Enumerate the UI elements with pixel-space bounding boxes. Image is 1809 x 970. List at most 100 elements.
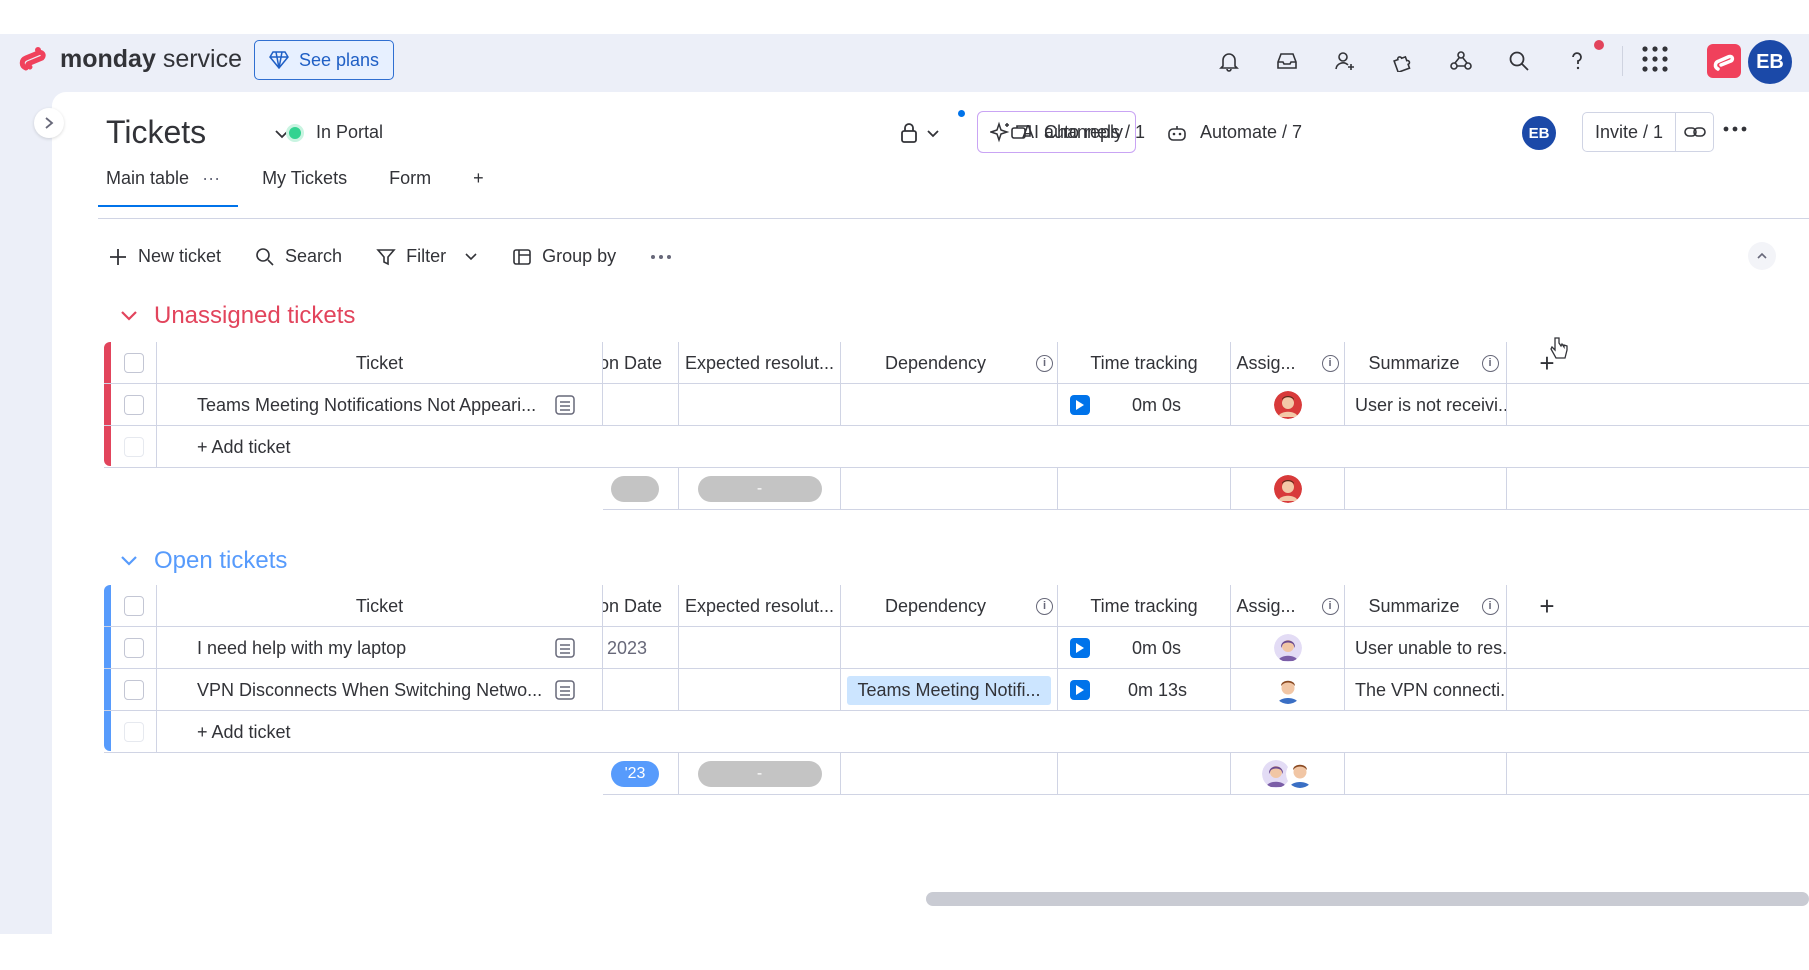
- assignee-cell[interactable]: [1231, 384, 1345, 426]
- avatar[interactable]: [1273, 391, 1302, 419]
- group-title[interactable]: Unassigned tickets: [154, 302, 355, 330]
- time-tracking-cell[interactable]: 0m 13s: [1058, 669, 1231, 711]
- info-icon[interactable]: i: [1036, 354, 1054, 372]
- board-member-avatar[interactable]: EB: [1522, 116, 1556, 150]
- group-by-button[interactable]: Group by: [512, 246, 616, 267]
- tab-options-icon[interactable]: ···: [202, 168, 220, 188]
- add-ticket-row[interactable]: + Add ticket: [104, 711, 1809, 753]
- date-cell[interactable]: 2023: [603, 627, 679, 669]
- open-item-icon[interactable]: [554, 394, 576, 416]
- date-cell[interactable]: [603, 384, 679, 426]
- ticket-name[interactable]: VPN Disconnects When Switching Netwo...: [197, 680, 542, 701]
- expected-resolution-cell[interactable]: [679, 669, 841, 711]
- avatar[interactable]: [1285, 760, 1314, 788]
- board-permissions-button[interactable]: [900, 122, 940, 144]
- avatar[interactable]: [1273, 634, 1302, 662]
- avatar[interactable]: [1273, 475, 1302, 503]
- search-button[interactable]: Search: [255, 246, 342, 267]
- portal-status[interactable]: In Portal: [286, 122, 383, 143]
- row-checkbox[interactable]: [123, 638, 144, 658]
- ticket-cell[interactable]: VPN Disconnects When Switching Netwo...: [157, 669, 603, 711]
- column-header-date[interactable]: on Date: [603, 585, 679, 627]
- summarize-cell[interactable]: User is not receivi...: [1345, 384, 1507, 426]
- group-title[interactable]: Open tickets: [154, 547, 287, 575]
- open-item-icon[interactable]: [554, 637, 576, 659]
- assignee-cell[interactable]: [1231, 669, 1345, 711]
- dependency-cell[interactable]: [841, 384, 1058, 426]
- add-ticket-input[interactable]: + Add ticket: [157, 711, 603, 753]
- logo[interactable]: monday service: [18, 44, 242, 74]
- board-title[interactable]: Tickets: [106, 114, 206, 151]
- column-header-date[interactable]: on Date: [603, 342, 679, 384]
- inbox-icon[interactable]: [1258, 42, 1316, 80]
- integrations-icon[interactable]: [1432, 42, 1490, 80]
- expand-sidebar-button[interactable]: [34, 108, 64, 138]
- tab-my-tickets[interactable]: My Tickets: [254, 162, 355, 195]
- expected-resolution-cell[interactable]: [679, 384, 841, 426]
- invite-button[interactable]: Invite / 1: [1582, 112, 1715, 152]
- table-row[interactable]: I need help with my laptop 2023 0m 0s Us…: [104, 627, 1809, 669]
- column-header-ticket[interactable]: Ticket: [157, 342, 603, 384]
- group-header-unassigned[interactable]: Unassigned tickets: [120, 302, 355, 330]
- info-icon[interactable]: i: [1481, 597, 1499, 615]
- ticket-cell[interactable]: Teams Meeting Notifications Not Appeari.…: [157, 384, 603, 426]
- time-tracking-cell[interactable]: 0m 0s: [1058, 384, 1231, 426]
- column-header-expected-resolution[interactable]: Expected resolut...: [679, 585, 841, 627]
- apps-puzzle-icon[interactable]: [1374, 42, 1432, 80]
- help-icon[interactable]: [1548, 40, 1606, 80]
- info-icon[interactable]: i: [1321, 597, 1339, 615]
- chevron-down-icon[interactable]: [120, 555, 138, 567]
- add-ticket-row[interactable]: + Add ticket: [104, 426, 1809, 468]
- chevron-down-icon[interactable]: [464, 252, 478, 261]
- ticket-name[interactable]: Teams Meeting Notifications Not Appeari.…: [197, 395, 536, 416]
- grid-menu-icon[interactable]: [1640, 44, 1670, 79]
- user-avatar[interactable]: EB: [1748, 40, 1792, 84]
- horizontal-scrollbar[interactable]: [926, 892, 1809, 906]
- info-icon[interactable]: i: [1036, 597, 1054, 615]
- play-icon[interactable]: [1070, 638, 1090, 658]
- column-header-assignee[interactable]: Assig... i: [1231, 585, 1345, 627]
- add-column-button[interactable]: +: [1507, 342, 1587, 384]
- select-all-checkbox[interactable]: [123, 596, 144, 616]
- column-header-dependency[interactable]: Dependency i: [841, 342, 1058, 384]
- column-header-dependency[interactable]: Dependency i: [841, 585, 1058, 627]
- select-all-checkbox[interactable]: [123, 353, 144, 373]
- row-checkbox[interactable]: [123, 680, 144, 700]
- ticket-name[interactable]: I need help with my laptop: [197, 638, 406, 659]
- column-header-summarize[interactable]: Summarize i: [1345, 342, 1507, 384]
- add-view-button[interactable]: +: [465, 162, 492, 195]
- dependency-chip[interactable]: Teams Meeting Notifi...: [847, 675, 1051, 705]
- summarize-cell[interactable]: User unable to res...: [1345, 627, 1507, 669]
- column-header-time-tracking[interactable]: Time tracking: [1058, 342, 1231, 384]
- filter-button[interactable]: Filter: [376, 246, 478, 267]
- bell-icon[interactable]: [1200, 42, 1258, 80]
- column-header-assignee[interactable]: Assig... i: [1231, 342, 1345, 384]
- chevron-down-icon[interactable]: [120, 310, 138, 322]
- table-row[interactable]: VPN Disconnects When Switching Netwo... …: [104, 669, 1809, 711]
- table-row[interactable]: Teams Meeting Notifications Not Appeari.…: [104, 384, 1809, 426]
- ticket-cell[interactable]: I need help with my laptop: [157, 627, 603, 669]
- info-icon[interactable]: i: [1481, 354, 1499, 372]
- tab-main-table[interactable]: Main table ···: [98, 162, 239, 207]
- add-ticket-input[interactable]: + Add ticket: [157, 426, 603, 468]
- avatar[interactable]: [1273, 676, 1302, 704]
- info-icon[interactable]: i: [1321, 354, 1339, 372]
- summarize-cell[interactable]: The VPN connecti...: [1345, 669, 1507, 711]
- monday-product-switcher-icon[interactable]: [1707, 44, 1741, 78]
- see-plans-button[interactable]: See plans: [254, 40, 395, 80]
- dependency-cell[interactable]: [841, 627, 1058, 669]
- date-cell[interactable]: [603, 669, 679, 711]
- play-icon[interactable]: [1070, 395, 1090, 415]
- more-options-icon[interactable]: [1722, 120, 1748, 138]
- tab-form[interactable]: Form: [381, 162, 439, 195]
- new-ticket-button[interactable]: New ticket: [108, 246, 221, 267]
- column-header-summarize[interactable]: Summarize i: [1345, 585, 1507, 627]
- column-header-time-tracking[interactable]: Time tracking: [1058, 585, 1231, 627]
- expected-resolution-cell[interactable]: [679, 627, 841, 669]
- open-item-icon[interactable]: [554, 679, 576, 701]
- column-header-expected-resolution[interactable]: Expected resolut...: [679, 342, 841, 384]
- assignee-cell[interactable]: [1231, 627, 1345, 669]
- more-toolbar-icon[interactable]: [650, 254, 672, 260]
- add-column-button[interactable]: +: [1507, 585, 1587, 627]
- group-header-open[interactable]: Open tickets: [120, 547, 287, 575]
